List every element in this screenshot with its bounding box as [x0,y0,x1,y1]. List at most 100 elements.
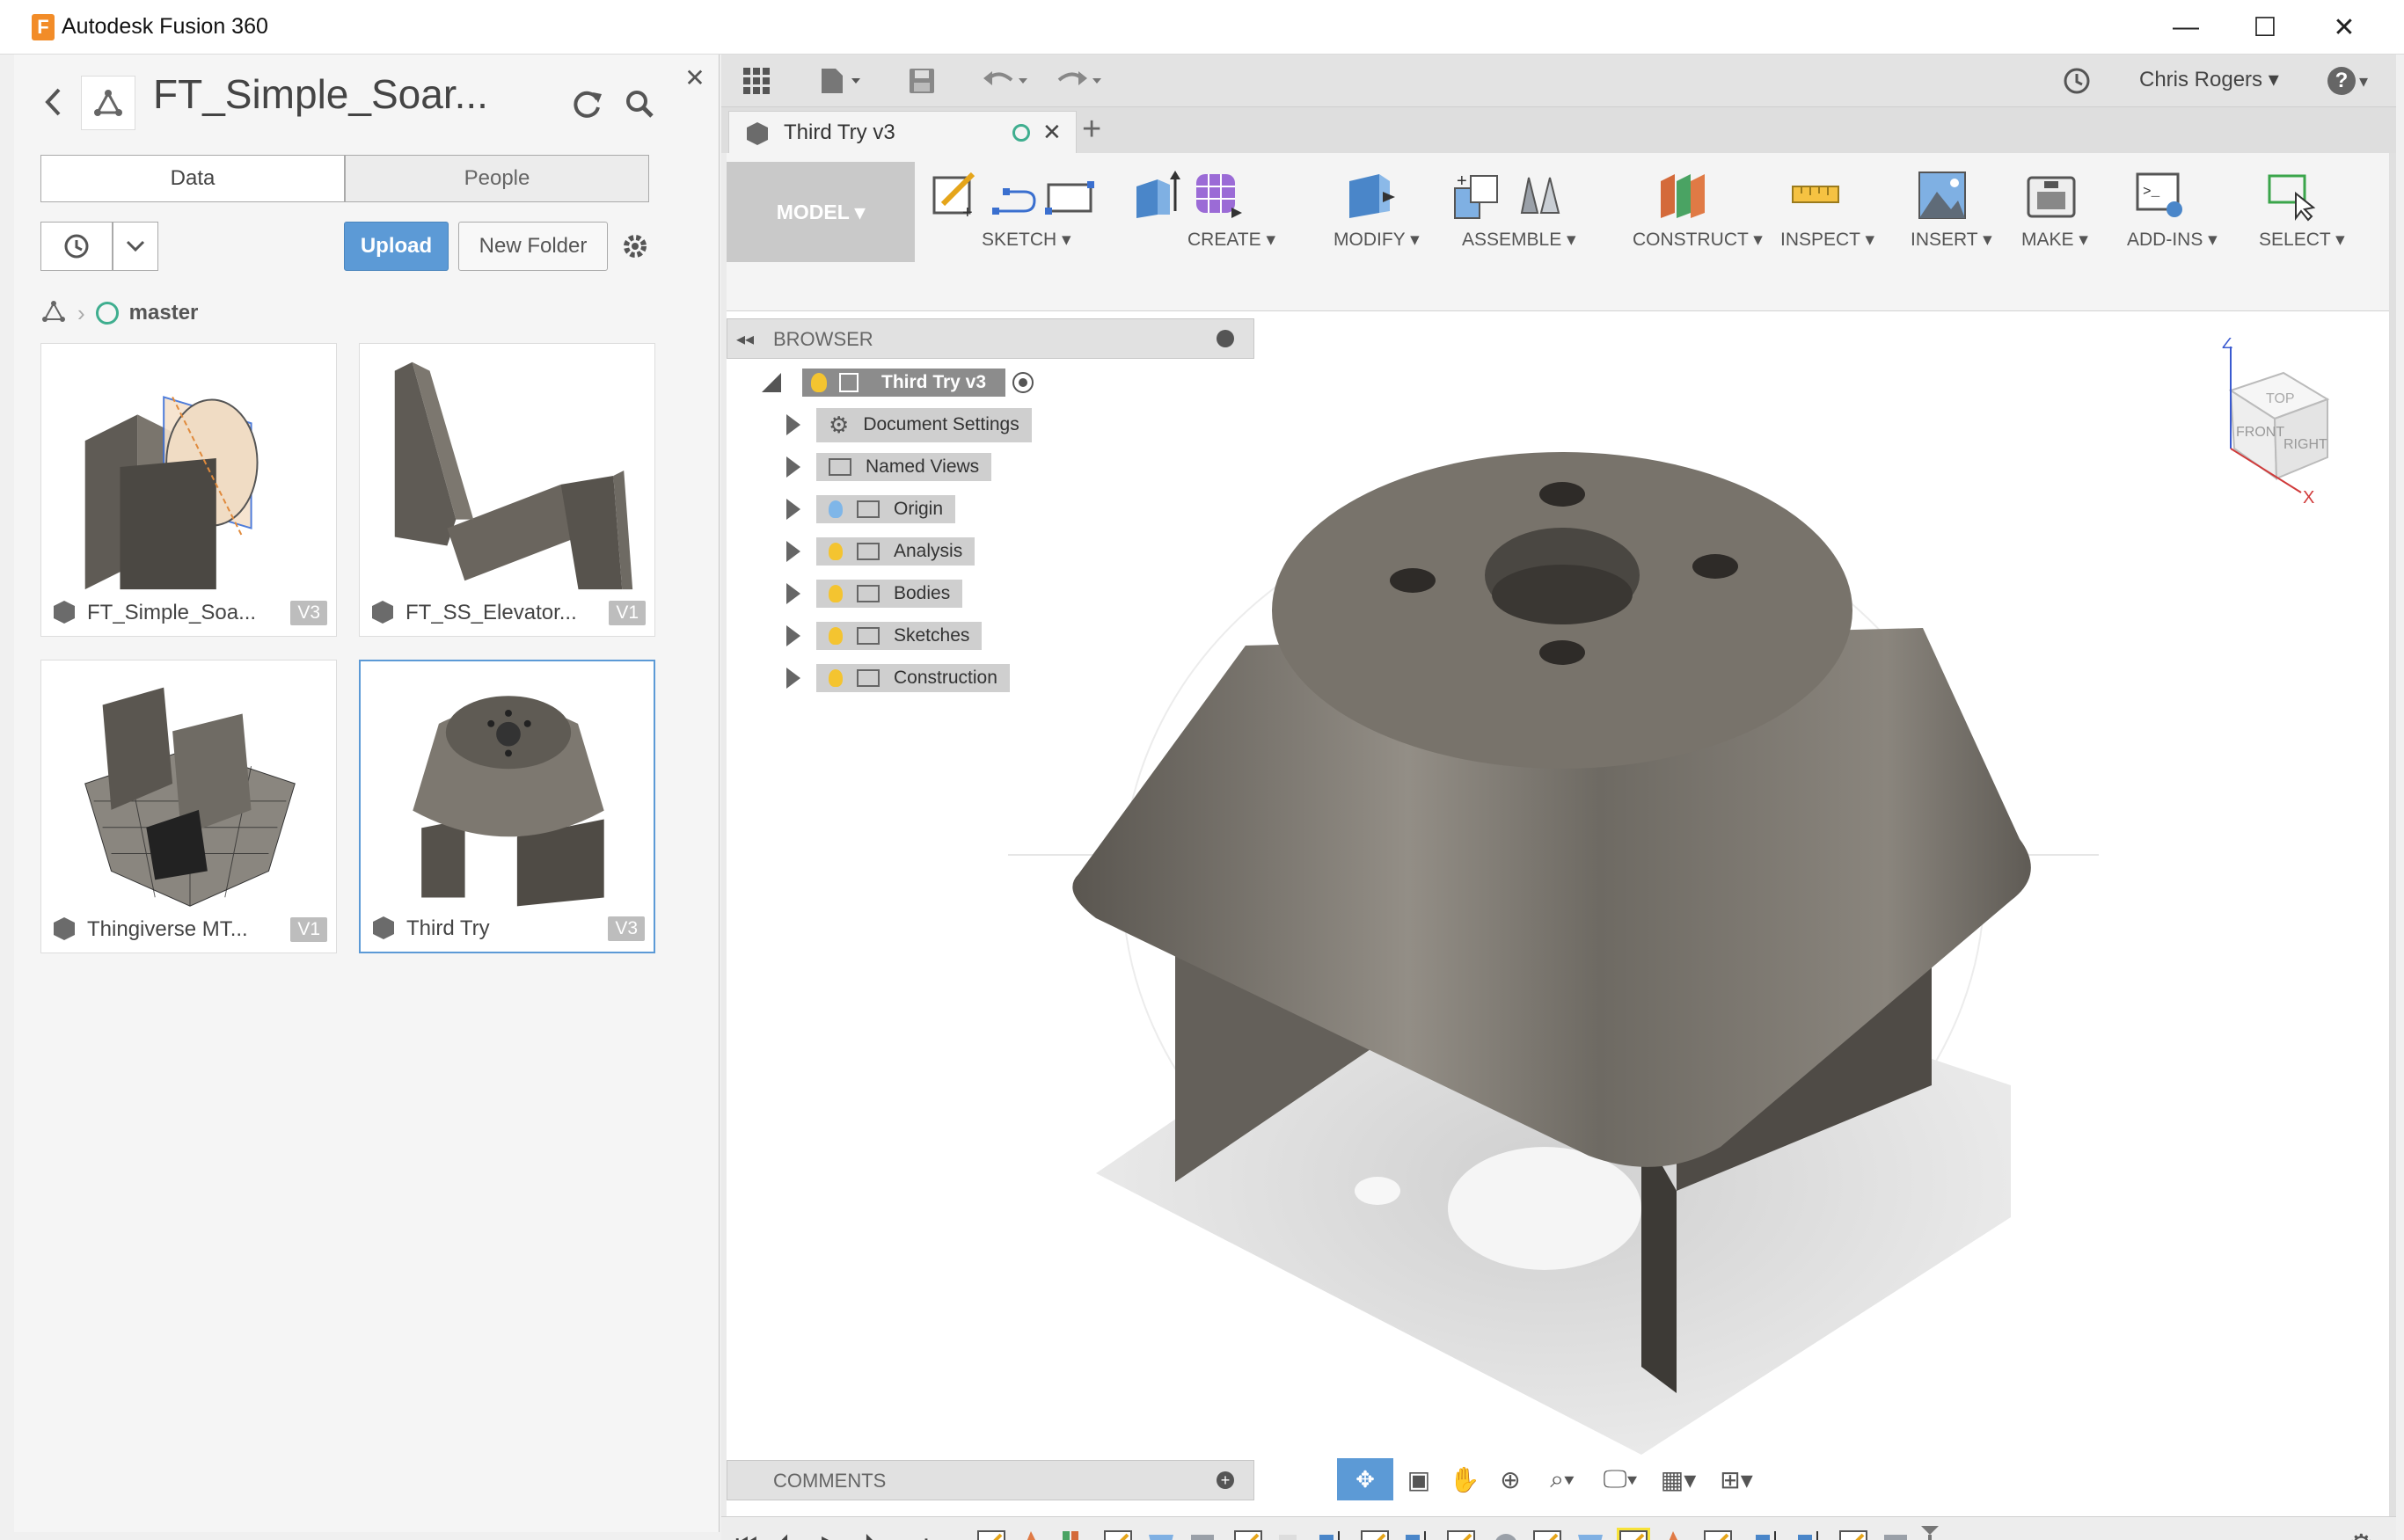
viewcube[interactable]: TOP FRONT RIGHT Z X [2196,338,2345,514]
addins-menu[interactable]: ADD-INS ▾ [2127,229,2218,251]
fit-icon[interactable]: ⌕▾ [1536,1458,1589,1500]
tab-people[interactable]: People [345,155,649,202]
upload-button[interactable]: Upload [344,222,449,271]
browser-item-named-views[interactable]: Named Views [786,450,992,484]
assemble-menu[interactable]: ASSEMBLE ▾ [1462,229,1576,251]
new-folder-button[interactable]: New Folder [458,222,608,271]
scripts-addins-icon[interactable]: >_ [2134,169,2187,222]
timeline-next-icon[interactable]: ⏵ [864,1529,876,1540]
activate-radio-icon[interactable] [1012,372,1034,393]
vertical-scrollbar[interactable] [2389,153,2396,1516]
add-comment-icon[interactable]: + [1217,1471,1234,1489]
history-icon[interactable] [40,222,113,271]
file-card[interactable]: FT_Simple_Soa... V3 [40,343,337,637]
chevron-down-icon[interactable] [113,222,158,271]
project-hub-icon[interactable] [81,76,135,130]
display-settings-icon[interactable]: 🖵▾ [1594,1458,1647,1500]
browser-item-bodies[interactable]: Bodies [786,577,963,610]
joint-icon[interactable] [1513,169,1566,222]
browser-item-origin[interactable]: Origin [786,493,956,526]
close-panel-icon[interactable]: ✕ [677,60,712,95]
form-icon[interactable] [1191,169,1244,222]
hub-icon[interactable] [40,299,67,328]
save-icon[interactable] [902,60,941,102]
file-card-selected[interactable]: Third Try V3 [359,660,655,953]
press-pull-icon[interactable] [1344,169,1397,222]
viewports-icon[interactable]: ⊞▾ [1710,1458,1763,1500]
tab-data[interactable]: Data [40,155,345,202]
browser-item-sketches[interactable]: Sketches [786,619,983,653]
viewcube-right-label[interactable]: RIGHT [2283,437,2327,452]
close-tab-button[interactable]: ✕ [1042,119,1062,146]
sketch-menu[interactable]: SKETCH ▾ [982,229,1071,251]
viewcube-top-label[interactable]: TOP [2266,391,2295,406]
user-name[interactable]: Chris Rogers ▾ [2139,67,2279,92]
expand-arrow-icon[interactable] [786,625,800,646]
browser-item-analysis[interactable]: Analysis [786,535,975,568]
browser-item-construction[interactable]: Construction [786,661,1010,695]
viewcube-front-label[interactable]: FRONT [2236,425,2284,440]
3d-print-icon[interactable] [2025,169,2078,222]
timeline-start-icon[interactable]: ⏮ [735,1529,757,1540]
expand-arrow-icon[interactable] [786,456,800,478]
app-grid-icon[interactable] [735,60,778,102]
expand-arrow-icon[interactable] [786,414,800,435]
browser-panel-header[interactable]: ◂◂ BROWSER [727,318,1254,359]
create-sketch-icon[interactable]: + [929,169,982,222]
maximize-button[interactable]: ☐ [2225,0,2305,55]
zoom-icon[interactable]: ⊕ [1490,1458,1531,1500]
expand-arrow-icon[interactable] [786,583,800,604]
sketch-rectangle-icon[interactable] [1043,169,1096,222]
file-card[interactable]: FT_SS_Elevator... V1 [359,343,655,637]
workspace-switcher[interactable]: MODEL ▾ [727,162,915,262]
lightbulb-icon[interactable] [811,373,827,392]
minimize-button[interactable]: — [2146,0,2225,55]
settings-gear-icon[interactable] [616,227,654,266]
expand-arrow-icon[interactable] [786,499,800,520]
insert-menu[interactable]: INSERT ▾ [1911,229,1992,251]
measure-icon[interactable] [1789,169,1842,222]
minimize-browser-icon[interactable] [1217,330,1234,347]
extrude-icon[interactable] [1131,169,1184,222]
timeline-play-icon[interactable]: ▶ [822,1529,841,1540]
sketch-line-icon[interactable] [989,169,1041,222]
modify-menu[interactable]: MODIFY ▾ [1334,229,1420,251]
lightbulb-icon[interactable] [829,585,843,602]
timeline-features[interactable] [975,1526,1749,1540]
expand-arrow-icon[interactable] [786,541,800,562]
timeline-features-continued[interactable] [1752,1526,1981,1540]
new-tab-button[interactable]: + [1082,111,1101,149]
search-icon[interactable] [617,79,661,128]
browser-item-document-settings[interactable]: ⚙ Document Settings [786,407,1032,442]
close-window-button[interactable]: ✕ [2305,0,2384,55]
new-component-icon[interactable]: + [1451,169,1504,222]
lightbulb-icon[interactable] [829,543,843,560]
back-chevron-icon[interactable] [35,74,70,130]
timeline-settings-gear-icon[interactable]: ⚙ [2349,1528,2374,1540]
construct-menu[interactable]: CONSTRUCT ▾ [1633,229,1763,251]
select-icon[interactable] [2266,169,2319,222]
timeline-end-icon[interactable]: ⏭ [906,1529,928,1540]
lightbulb-icon[interactable] [829,669,843,687]
canvas-viewport[interactable]: ◂◂ BROWSER Third Try v3 ⚙ Document Setti… [727,311,2396,1516]
make-menu[interactable]: MAKE ▾ [2021,229,2088,251]
redo-icon[interactable] [1050,60,1108,102]
refresh-icon[interactable] [565,79,609,128]
grid-settings-icon[interactable]: ▦▾ [1652,1458,1705,1500]
create-menu[interactable]: CREATE ▾ [1187,229,1275,251]
file-menu-icon[interactable] [813,60,871,102]
branch-name[interactable]: master [129,301,199,325]
undo-icon[interactable] [976,60,1034,102]
look-at-icon[interactable]: ▣ [1399,1458,1439,1500]
orbit-icon[interactable]: ✥ [1337,1458,1393,1500]
collapse-browser-icon[interactable]: ◂◂ [736,328,754,350]
inspect-menu[interactable]: INSPECT ▾ [1780,229,1874,251]
job-status-clock-icon[interactable] [2055,60,2099,102]
tab-third-try-v3[interactable]: Third Try v3 ✕ [728,111,1077,153]
insert-image-icon[interactable] [1916,169,1969,222]
lightbulb-off-icon[interactable] [829,500,843,518]
comments-panel-header[interactable]: COMMENTS + [727,1460,1254,1500]
help-icon[interactable]: ? ▾ [2319,60,2377,102]
expand-arrow-icon[interactable] [786,668,800,689]
select-menu[interactable]: SELECT ▾ [2259,229,2345,251]
